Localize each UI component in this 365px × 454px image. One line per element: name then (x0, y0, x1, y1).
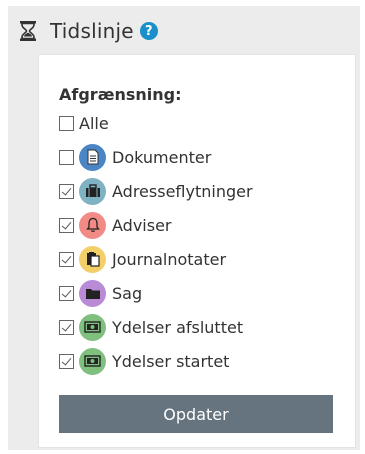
filter-option-adresseflytninger[interactable]: Adresseflytninger (59, 177, 253, 205)
panel-header: Tidslinje ? (18, 16, 158, 46)
checkbox[interactable] (59, 149, 74, 165)
filter-option-dokumenter[interactable]: Dokumenter (59, 143, 212, 171)
option-label: Ydelser startet (112, 351, 230, 371)
filter-option-adviser[interactable]: Adviser (59, 211, 172, 239)
hourglass-icon (18, 20, 38, 42)
filter-option-ydelser-startet[interactable]: Ydelser startet (59, 347, 230, 375)
help-icon[interactable]: ? (139, 22, 158, 40)
option-label: Journalnotater (112, 249, 227, 269)
option-label: Sag (112, 283, 143, 303)
update-button[interactable]: Opdater (59, 395, 333, 433)
checkbox[interactable] (59, 251, 74, 267)
checkbox[interactable] (59, 285, 74, 301)
filter-label: Afgrænsning: (59, 85, 182, 104)
checkbox[interactable] (59, 115, 74, 131)
filter-option-ydelser-afsluttet[interactable]: Ydelser afsluttet (59, 313, 244, 341)
option-label: Dokumenter (112, 147, 212, 167)
filter-card: Afgrænsning: Alle Dokumenter Adresseflyt… (38, 54, 356, 448)
option-label: Adresseflytninger (112, 181, 253, 201)
money-icon (79, 313, 106, 341)
bell-icon (79, 211, 106, 239)
document-icon (79, 143, 106, 171)
money-icon (79, 347, 106, 375)
briefcase-icon (79, 177, 106, 205)
checkbox[interactable] (59, 319, 74, 335)
checkbox[interactable] (59, 183, 74, 199)
option-label: Adviser (112, 215, 172, 235)
clipboard-icon (79, 245, 106, 273)
filter-option-journalnotater[interactable]: Journalnotater (59, 245, 227, 273)
timeline-panel: Tidslinje ? Afgrænsning: Alle Dokumenter (8, 6, 360, 450)
filter-option-alle[interactable]: Alle (59, 110, 109, 136)
option-label: Ydelser afsluttet (112, 317, 244, 337)
folder-icon (79, 279, 106, 307)
checkbox[interactable] (59, 353, 74, 369)
checkbox[interactable] (59, 217, 74, 233)
option-label: Alle (79, 113, 109, 133)
page-title: Tidslinje (50, 19, 134, 43)
filter-option-sag[interactable]: Sag (59, 279, 143, 307)
